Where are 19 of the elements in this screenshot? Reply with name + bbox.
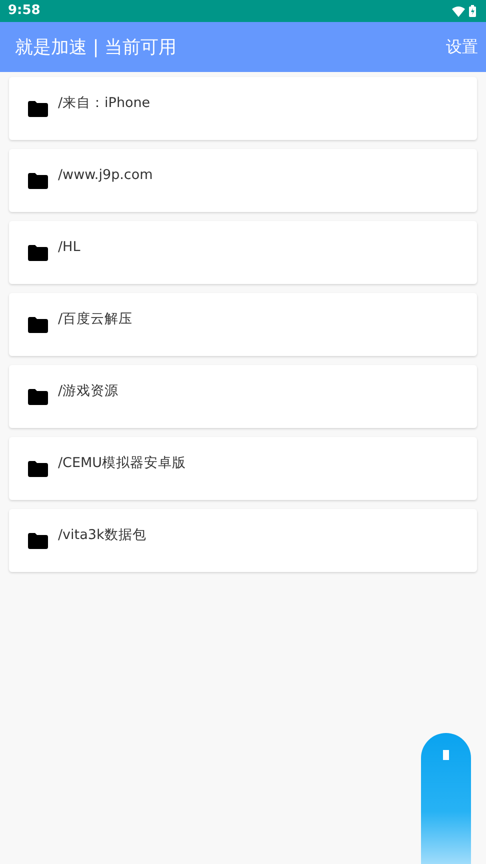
folder-icon [28,461,48,477]
battery-icon [469,5,476,17]
folder-card[interactable]: /HL [9,221,477,284]
folder-card[interactable]: /百度云解压 [9,293,477,356]
folder-card[interactable]: /来自：iPhone [9,77,477,140]
status-time: 9:58 [8,2,40,20]
floating-action-button[interactable] [421,733,471,864]
folder-card[interactable]: /游戏资源 [9,365,477,428]
folder-icon [28,173,48,189]
folder-icon [28,101,48,117]
folder-icon [28,533,48,549]
folder-card[interactable]: /vita3k数据包 [9,509,477,572]
folder-card[interactable]: /CEMU模拟器安卓版 [9,437,477,500]
folder-icon [28,317,48,333]
wifi-icon [452,6,465,16]
app-title: 就是加速 | 当前可用 [15,36,177,60]
folder-icon [28,389,48,405]
folder-card[interactable]: /www.j9p.com [9,149,477,212]
folder-icon [28,245,48,261]
